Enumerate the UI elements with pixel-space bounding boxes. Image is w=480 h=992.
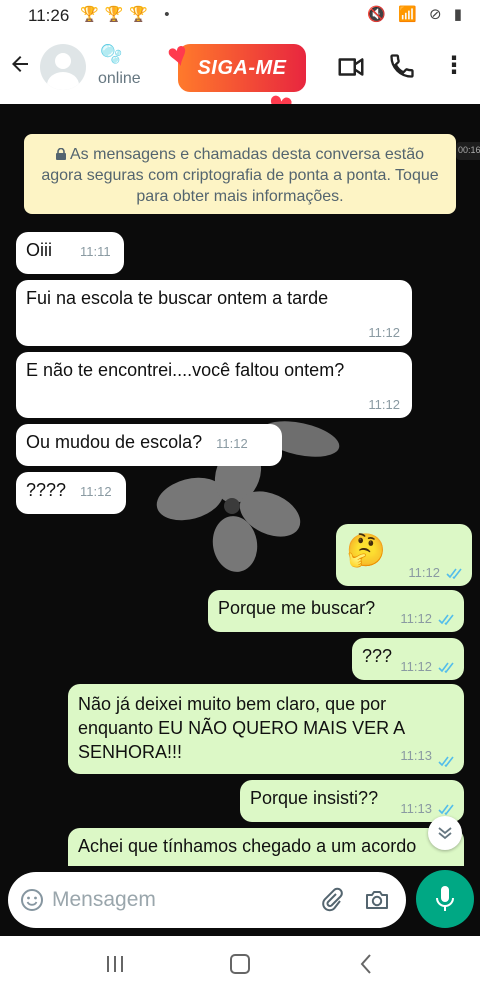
double-check-icon [438, 756, 454, 767]
message-time: 11:11 [80, 244, 111, 259]
thinking-emoji: 🤔 [346, 532, 386, 568]
nav-back-icon[interactable] [356, 952, 376, 976]
scroll-down-icon[interactable] [428, 816, 462, 850]
system-status-icons: 🔇 📶 ⊘ ▮ [367, 6, 466, 23]
message-time: 11:12 [400, 611, 432, 626]
message-time: 11:12 [368, 325, 400, 340]
message-time: 11:13 [400, 748, 432, 763]
message-text: Achei que tínhamos chegado a um acordo [78, 836, 417, 856]
message-time: 11:12 [216, 436, 248, 451]
video-time-pill: 00:16 [456, 142, 480, 160]
menu-icon[interactable]: ⋮ [442, 52, 466, 82]
emoji-icon[interactable] [20, 888, 44, 912]
double-check-icon [438, 804, 454, 815]
message-time: 11:12 [400, 659, 432, 674]
mic-icon [436, 886, 454, 911]
encryption-text: As mensagens e chamadas desta conversa e… [41, 146, 439, 205]
message-text: Porque insisti?? [250, 788, 379, 808]
video-call-icon[interactable] [336, 52, 366, 82]
chat-header: 🫧 online SIGA-ME ♥ ♥ ⋮ [0, 32, 480, 131]
back-arrow-icon[interactable] [8, 52, 34, 82]
phone-icon[interactable] [388, 52, 418, 82]
message-text: Oiii [26, 240, 52, 260]
message-bubble-out[interactable]: ??? 11:12 [352, 638, 464, 680]
contact-status: online [98, 70, 141, 87]
status-time: 11:26 [28, 6, 70, 25]
lock-icon [56, 145, 66, 160]
message-time: 11:12 [408, 565, 440, 580]
heart-icon: ♥ [163, 34, 193, 76]
message-text: Não já deixei muito bem claro, que por e… [78, 694, 405, 762]
message-bubble-out[interactable]: Não já deixei muito bem claro, que por e… [68, 684, 464, 774]
message-time: 11:12 [368, 397, 400, 412]
mic-button[interactable] [416, 870, 474, 928]
message-text: E não te encontrei....você faltou ontem? [26, 360, 345, 380]
composer [0, 866, 480, 936]
message-time: 11:12 [80, 484, 112, 499]
message-bubble-in[interactable]: Ou mudou de escola? 11:12 [16, 424, 282, 466]
message-bubble-in[interactable]: Oiii 11:11 [16, 232, 124, 274]
message-text: Porque me buscar? [218, 598, 376, 618]
avatar[interactable] [40, 44, 86, 90]
message-bubble-in[interactable]: E não te encontrei....você faltou ontem?… [16, 352, 412, 418]
paperclip-icon[interactable] [320, 887, 344, 913]
encryption-notice[interactable]: As mensagens e chamadas desta conversa e… [24, 134, 456, 214]
message-text: ??? [362, 646, 393, 666]
message-bubble-out[interactable]: Achei que tínhamos chegado a um acordo [68, 828, 464, 866]
nav-home-icon[interactable] [230, 954, 250, 974]
message-text: Ou mudou de escola? [26, 432, 203, 452]
chat-area[interactable]: As mensagens e chamadas desta conversa e… [0, 104, 480, 866]
notification-icons: 🏆🏆🏆 • [80, 6, 176, 23]
contact-name-emoji[interactable]: 🫧 [100, 44, 122, 66]
double-check-icon [446, 568, 462, 579]
message-bubble-out[interactable]: Porque insisti?? 11:13 [240, 780, 464, 822]
message-bubble-in[interactable]: ???? 11:12 [16, 472, 126, 514]
status-bar: 11:26 🏆🏆🏆 • 🔇 📶 ⊘ ▮ [0, 0, 480, 32]
message-input[interactable] [52, 882, 302, 918]
double-check-icon [438, 614, 454, 625]
message-time: 11:13 [400, 801, 432, 816]
system-nav-bar [0, 936, 480, 992]
message-input-bar[interactable] [8, 872, 406, 928]
double-check-icon [438, 662, 454, 673]
message-bubble-out[interactable]: Porque me buscar? 11:12 [208, 590, 464, 632]
camera-icon[interactable] [364, 888, 390, 912]
nav-recents-icon[interactable] [104, 954, 126, 974]
message-text: Fui na escola te buscar ontem a tarde [26, 288, 329, 308]
message-bubble-out[interactable]: 🤔 11:12 [336, 524, 472, 586]
message-bubble-in[interactable]: Fui na escola te buscar ontem a tarde 11… [16, 280, 412, 346]
message-text: ???? [26, 480, 67, 500]
